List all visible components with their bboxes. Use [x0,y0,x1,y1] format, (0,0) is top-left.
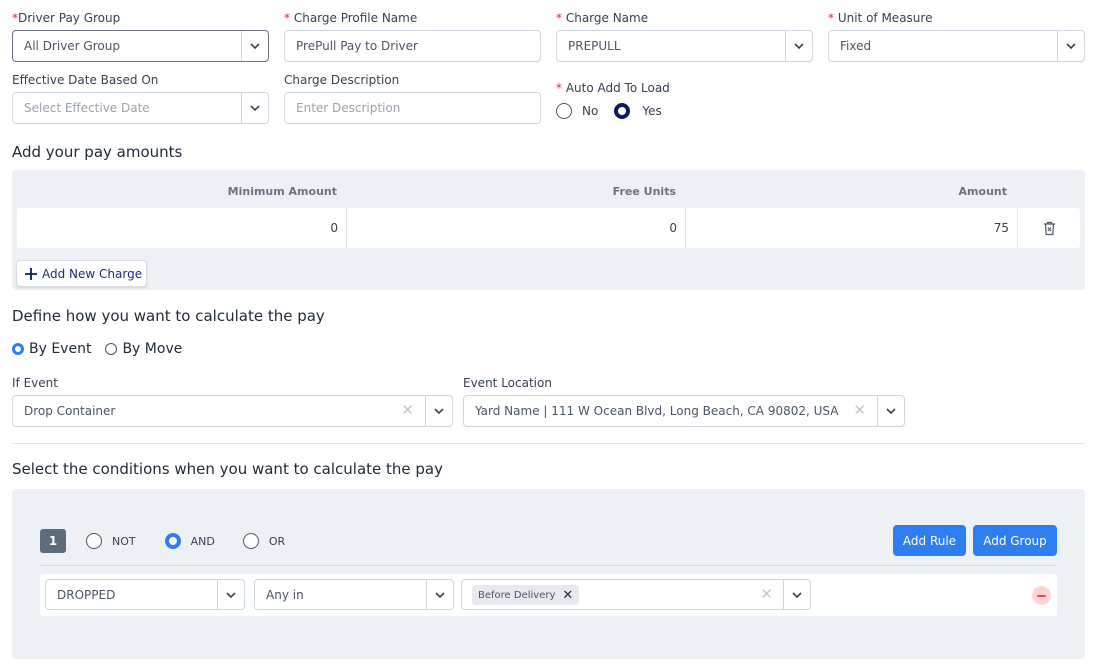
remove-icon[interactable] [1032,586,1051,605]
if-event-value: Drop Container [24,404,116,418]
calculation-title: Define how you want to calculate the pay [12,307,325,325]
rule-operator-value: Any in [266,588,304,602]
chevron-down-icon[interactable] [217,580,244,609]
charge-name-label: * Charge Name [556,11,649,25]
chip-label: Before Delivery [478,589,556,601]
calculation-mode-radio-group: By Event By Move [12,341,182,357]
minimum-amount-cell[interactable]: 0 [17,208,347,248]
rule-operator-select[interactable]: Any in [254,579,454,610]
charge-profile-name-input[interactable]: PrePull Pay to Driver [284,30,541,62]
add-group-button[interactable]: Add Group [973,525,1057,556]
chevron-down-icon[interactable] [1057,31,1084,61]
rule-field-value: DROPPED [57,588,116,602]
logic-and-label: AND [190,534,215,548]
logic-radio-group: NOT AND OR [86,533,285,549]
add-new-charge-label: Add New Charge [42,266,143,281]
clear-icon[interactable]: ✕ [760,586,773,602]
auto-add-no-radio[interactable] [556,103,572,119]
unit-of-measure-label: * Unit of Measure [828,11,933,25]
column-header-minimum-amount: Minimum Amount [227,185,337,198]
logic-and-radio[interactable] [164,533,181,549]
charge-description-placeholder: Enter Description [296,101,401,115]
by-move-radio[interactable] [105,343,118,355]
group-divider [40,565,1057,566]
effective-date-placeholder: Select Effective Date [24,101,150,115]
clear-icon[interactable]: ✕ [853,402,866,418]
unit-of-measure-select[interactable]: Fixed [828,30,1085,62]
auto-add-yes-label: Yes [642,104,662,118]
conditions-panel: 1 NOT AND OR Add Rule Add Group DROPPED … [12,489,1085,659]
logic-not-label: NOT [112,534,136,548]
add-new-charge-button[interactable]: Add New Charge [16,260,147,287]
rule-values-select[interactable]: Before Delivery ✕ ✕ [461,579,811,610]
by-event-label: By Event [29,341,92,357]
logic-not-radio[interactable] [86,533,102,549]
by-move-label: By Move [122,341,183,357]
auto-add-radio-group: No Yes [556,103,662,119]
chevron-down-icon[interactable] [785,31,812,61]
chevron-down-icon[interactable] [783,580,810,609]
conditions-title: Select the conditions when you want to c… [12,460,443,478]
auto-add-no-label: No [582,104,599,118]
rule-field-select[interactable]: DROPPED [45,579,245,610]
chevron-down-icon[interactable] [241,93,268,123]
chevron-down-icon[interactable] [241,31,268,61]
group-number-badge: 1 [40,529,66,553]
chevron-down-icon[interactable] [425,396,452,426]
event-location-value: Yard Name | 111 W Ocean Blvd, Long Beach… [475,404,839,418]
driver-pay-group-select[interactable]: All Driver Group [12,30,269,62]
effective-date-select[interactable]: Select Effective Date [12,92,269,124]
charge-description-label: Charge Description [284,73,400,87]
if-event-label: If Event [12,376,58,390]
logic-or-radio[interactable] [242,533,259,549]
charge-name-value: PREPULL [568,39,621,53]
charge-description-input[interactable]: Enter Description [284,92,541,124]
chevron-down-icon[interactable] [877,396,904,426]
clear-icon[interactable]: ✕ [401,402,414,418]
value-chip: Before Delivery ✕ [472,585,580,605]
chevron-down-icon[interactable] [426,580,453,609]
event-location-select[interactable]: Yard Name | 111 W Ocean Blvd, Long Beach… [463,395,905,427]
event-location-label: Event Location [463,376,552,390]
free-units-cell[interactable]: 0 [347,208,686,248]
section-divider [12,443,1085,444]
column-header-free-units: Free Units [612,185,676,198]
charge-name-select[interactable]: PREPULL [556,30,813,62]
if-event-select[interactable]: Drop Container ✕ [12,395,453,427]
amount-cell[interactable]: 75 [686,208,1018,248]
by-event-radio[interactable] [12,343,24,355]
pay-amounts-panel: Minimum Amount Free Units Amount 0 0 75 … [12,170,1085,290]
trash-icon[interactable] [1018,208,1080,248]
rule-row: DROPPED Any in Before Delivery ✕ ✕ [40,574,1057,616]
driver-pay-group-label: *Driver Pay Group [12,11,121,25]
logic-or-label: OR [268,534,286,548]
add-rule-button[interactable]: Add Rule [893,525,966,556]
auto-add-yes-radio[interactable] [614,103,631,119]
plus-icon [25,267,37,280]
driver-pay-group-value: All Driver Group [24,39,120,53]
pay-amounts-title: Add your pay amounts [12,143,183,161]
unit-of-measure-value: Fixed [840,39,872,53]
chip-remove-icon[interactable]: ✕ [562,588,573,603]
auto-add-label: * Auto Add To Load [556,81,670,95]
column-header-amount: Amount [958,185,1007,198]
effective-date-label: Effective Date Based On [12,73,159,87]
charge-profile-name-label: * Charge Profile Name [284,11,418,25]
table-row: 0 0 75 [17,208,1080,248]
charge-profile-name-value: PrePull Pay to Driver [296,39,418,53]
